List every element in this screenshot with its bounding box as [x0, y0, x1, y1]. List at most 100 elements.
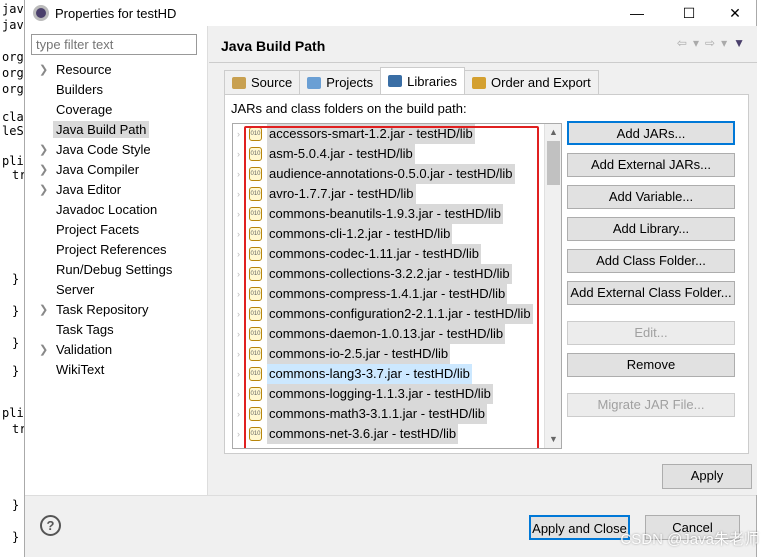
- remove-button[interactable]: Remove: [567, 353, 735, 377]
- jar-label: commons-io-2.5.jar - testHD/lib: [267, 344, 451, 364]
- jar-list-item[interactable]: › 010 avro-1.7.7.jar - testHD/lib: [233, 184, 561, 204]
- tree-item[interactable]: Task Tags: [25, 320, 208, 340]
- tree-item[interactable]: ❯ Java Editor: [25, 180, 208, 200]
- add-external-jars-button[interactable]: Add External JARs...: [567, 153, 735, 177]
- chevron-right-icon[interactable]: ❯: [39, 140, 48, 160]
- jar-list-item[interactable]: › 010 commons-codec-1.11.jar - testHD/lib: [233, 244, 561, 264]
- chevron-right-icon[interactable]: ❯: [39, 180, 48, 200]
- expand-icon[interactable]: ›: [237, 204, 240, 224]
- jar-list-item[interactable]: › 010 asm-5.0.4.jar - testHD/lib: [233, 144, 561, 164]
- add-variable-button[interactable]: Add Variable...: [567, 185, 735, 209]
- expand-icon[interactable]: ›: [237, 224, 240, 244]
- jar-list-item[interactable]: › 010 commons-net-3.6.jar - testHD/lib: [233, 424, 561, 444]
- tab-order-and-export[interactable]: Order and Export: [464, 70, 599, 94]
- tree-item[interactable]: Coverage: [25, 100, 208, 120]
- category-pane: ❯ Resource Builders Coverage Java Build Path…: [25, 26, 208, 495]
- expand-icon[interactable]: ›: [237, 164, 240, 184]
- tree-item[interactable]: Java Build Path: [25, 120, 208, 140]
- add-class-folder-button[interactable]: Add Class Folder...: [567, 249, 735, 273]
- chevron-right-icon[interactable]: ❯: [39, 60, 48, 80]
- back-icon[interactable]: ⇦: [677, 36, 687, 50]
- scroll-down-icon[interactable]: ▼: [545, 431, 561, 448]
- jar-list-item[interactable]: › 010 commons-lang3-3.7.jar - testHD/lib: [233, 364, 561, 384]
- maximize-button[interactable]: ☐: [667, 0, 711, 26]
- add-external-class-folder-button[interactable]: Add External Class Folder...: [567, 281, 735, 305]
- tree-item[interactable]: ❯ Task Repository: [25, 300, 208, 320]
- chevron-right-icon[interactable]: ❯: [39, 300, 48, 320]
- tree-item[interactable]: Run/Debug Settings: [25, 260, 208, 280]
- back-dropdown-icon[interactable]: ▾: [693, 36, 699, 50]
- expand-icon[interactable]: ›: [237, 244, 240, 264]
- close-button[interactable]: ✕: [713, 0, 757, 26]
- expand-icon[interactable]: ›: [237, 324, 240, 344]
- tree-item-label: Task Repository: [56, 302, 149, 317]
- minimize-button[interactable]: —: [615, 0, 659, 26]
- expand-icon[interactable]: ›: [237, 264, 240, 284]
- tree-item[interactable]: ❯ Java Code Style: [25, 140, 208, 160]
- forward-icon[interactable]: ⇨: [705, 36, 715, 50]
- expand-icon[interactable]: ›: [237, 344, 240, 364]
- tree-item[interactable]: Javadoc Location: [25, 200, 208, 220]
- jar-list-item[interactable]: › 010 commons-compress-1.4.1.jar - testHD/…: [233, 284, 561, 304]
- apply-button[interactable]: Apply: [662, 464, 752, 489]
- page-title: Java Build Path: [209, 26, 757, 63]
- tree-item[interactable]: Server: [25, 280, 208, 300]
- tree-item[interactable]: ❯ Validation: [25, 340, 208, 360]
- forward-dropdown-icon[interactable]: ▾: [721, 36, 727, 50]
- tree-item[interactable]: Project References: [25, 240, 208, 260]
- expand-icon[interactable]: ›: [237, 364, 240, 384]
- migrate-jar-file-button[interactable]: Migrate JAR File...: [567, 393, 735, 417]
- jar-list-item[interactable]: › 010 commons-beanutils-1.9.3.jar - testHD…: [233, 204, 561, 224]
- scroll-thumb[interactable]: [547, 141, 560, 185]
- menu-icon[interactable]: ▼: [733, 36, 745, 50]
- tab-source[interactable]: Source: [224, 70, 301, 94]
- jar-list-item[interactable]: › 010 accessors-smart-1.2.jar - testHD/lib: [233, 124, 561, 144]
- tab-projects[interactable]: Projects: [299, 70, 382, 94]
- tree-item[interactable]: ❯ Resource: [25, 60, 208, 80]
- expand-icon[interactable]: ›: [237, 404, 240, 424]
- jar-list[interactable]: › 010 accessors-smart-1.2.jar - testHD/lib…: [232, 123, 562, 449]
- expand-icon[interactable]: ›: [237, 124, 240, 144]
- vertical-scrollbar[interactable]: ▲ ▼: [544, 124, 561, 448]
- jar-list-item[interactable]: › 010 commons-cli-1.2.jar - testHD/lib: [233, 224, 561, 244]
- chevron-right-icon[interactable]: ❯: [39, 160, 48, 180]
- code-fragment: leSy: [2, 124, 24, 138]
- jar-list-item[interactable]: › 010 commons-math3-3.1.1.jar - testHD/lib: [233, 404, 561, 424]
- jar-list-item[interactable]: › 010 commons-daemon-1.0.13.jar - testHD/l…: [233, 324, 561, 344]
- tree-item-label: Project Facets: [56, 222, 140, 237]
- expand-icon[interactable]: ›: [237, 304, 240, 324]
- jar-icon: 010: [249, 427, 262, 441]
- jar-list-item[interactable]: › 010 commons-io-2.5.jar - testHD/lib: [233, 344, 561, 364]
- jar-label: avro-1.7.7.jar - testHD/lib: [267, 184, 416, 204]
- jar-icon: 010: [249, 287, 262, 301]
- jar-label: commons-daemon-1.0.13.jar - testHD/lib: [267, 324, 506, 344]
- code-fragment: plic: [2, 406, 24, 420]
- code-fragment: }: [12, 336, 20, 350]
- expand-icon[interactable]: ›: [237, 284, 240, 304]
- scroll-up-icon[interactable]: ▲: [545, 124, 561, 141]
- tree-item[interactable]: Builders: [25, 80, 208, 100]
- expand-icon[interactable]: ›: [237, 384, 240, 404]
- chevron-right-icon[interactable]: ❯: [39, 340, 48, 360]
- add-library-button[interactable]: Add Library...: [567, 217, 735, 241]
- help-icon[interactable]: ?: [40, 515, 61, 536]
- edit-button[interactable]: Edit...: [567, 321, 735, 345]
- jar-list-item[interactable]: › 010 commons-logging-1.1.3.jar - testHD/l…: [233, 384, 561, 404]
- tree-item-label: Run/Debug Settings: [56, 262, 173, 277]
- background-editor: javjavorgorgorgclaleSyplictr}}}}plictr}}: [0, 0, 24, 557]
- jar-list-item[interactable]: › 010 audience-annotations-0.5.0.jar - tes…: [233, 164, 561, 184]
- tree-item[interactable]: ❯ Java Compiler: [25, 160, 208, 180]
- expand-icon[interactable]: ›: [237, 144, 240, 164]
- add-jars-button[interactable]: Add JARs...: [567, 121, 735, 145]
- expand-icon[interactable]: ›: [237, 184, 240, 204]
- tree-item[interactable]: WikiText: [25, 360, 208, 380]
- apply-and-close-button[interactable]: Apply and Close: [529, 515, 630, 540]
- jar-list-item[interactable]: › 010 commons-configuration2-2.1.1.jar - t…: [233, 304, 561, 324]
- jar-label: commons-compress-1.4.1.jar - testHD/lib: [267, 284, 508, 304]
- filter-input[interactable]: [31, 34, 197, 55]
- jar-list-item[interactable]: › 010 commons-collections-3.2.2.jar - test…: [233, 264, 561, 284]
- tree-item[interactable]: Project Facets: [25, 220, 208, 240]
- expand-icon[interactable]: ›: [237, 424, 240, 444]
- jar-icon: 010: [249, 367, 262, 381]
- tab-libraries[interactable]: Libraries: [380, 67, 466, 94]
